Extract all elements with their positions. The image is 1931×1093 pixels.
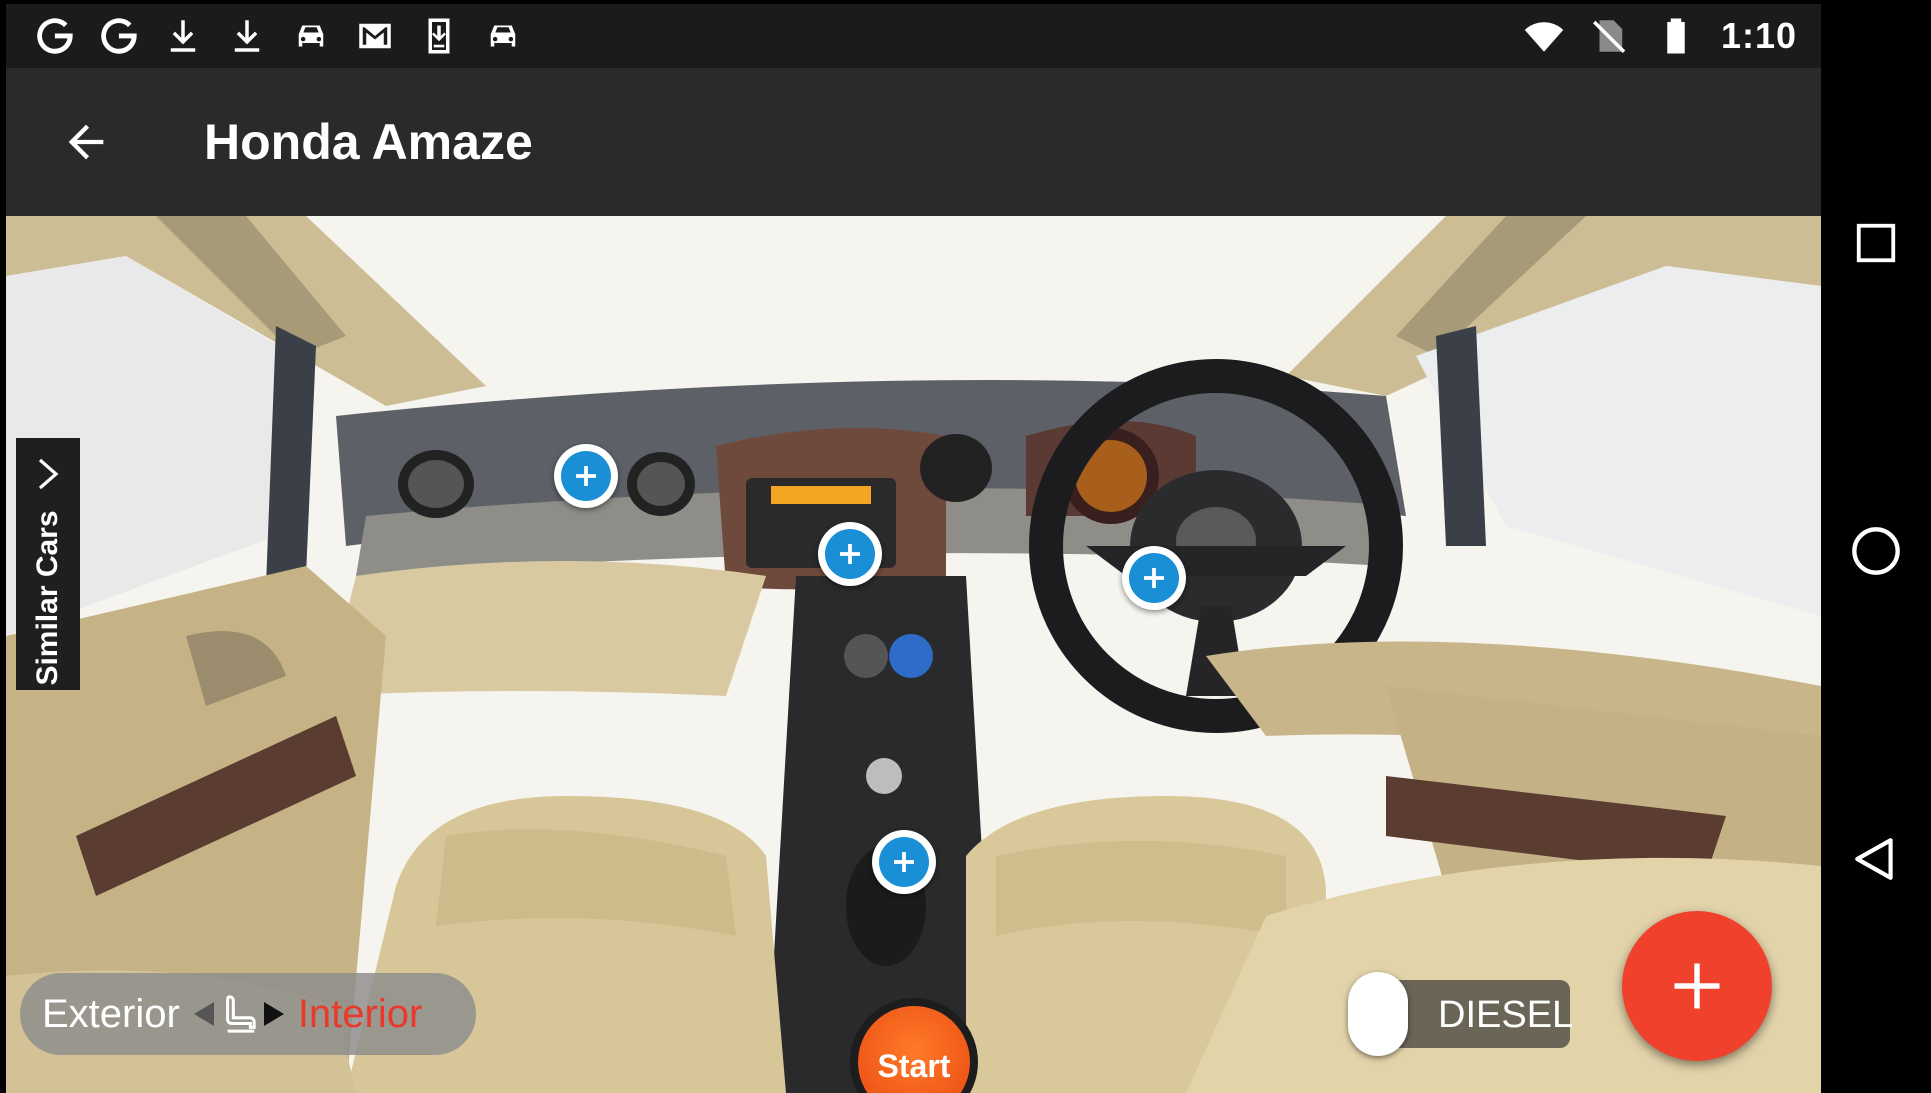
- switch-knob[interactable]: [1348, 972, 1408, 1056]
- fuel-type-label: DIESEL: [1438, 994, 1574, 1036]
- back-triangle-icon: [1855, 838, 1893, 880]
- fuel-type-switch[interactable]: DIESEL: [1348, 972, 1574, 1056]
- car-seat-icon: [225, 995, 256, 1033]
- interior-option[interactable]: Interior: [298, 992, 423, 1037]
- hotspot-gear-shifter[interactable]: [872, 830, 936, 894]
- download-icon: [226, 15, 268, 57]
- toggle-arrows: [192, 993, 286, 1035]
- plus-circle-icon: [561, 451, 611, 501]
- exterior-option[interactable]: Exterior: [42, 992, 180, 1037]
- status-bar: 1:10: [6, 4, 1821, 68]
- car-icon: [482, 15, 524, 57]
- hotspot-steering-wheel[interactable]: [1122, 546, 1186, 610]
- status-clock: 1:10: [1720, 15, 1797, 56]
- home-circle-icon: [1852, 527, 1900, 575]
- google-icon: [34, 15, 76, 57]
- notification-icons: [6, 15, 524, 57]
- page-title: Honda Amaze: [204, 114, 533, 170]
- navigation-bar: [1821, 0, 1931, 1093]
- plus-circle-icon: [825, 529, 875, 579]
- arrow-left-icon: [193, 1002, 214, 1026]
- add-fab-button[interactable]: [1622, 911, 1772, 1061]
- battery-icon: [1655, 15, 1697, 57]
- back-nav-button[interactable]: [1841, 824, 1911, 894]
- app-bar: Honda Amaze: [6, 68, 1821, 216]
- hotspot-dashboard-vents[interactable]: [554, 444, 618, 508]
- car-interior-viewer[interactable]: [6, 216, 1821, 1093]
- arrow-right-icon: [263, 1002, 284, 1026]
- android-screen: 1:10 Honda Amaze Similar Cars Exterior I…: [0, 0, 1931, 1093]
- similar-cars-tab[interactable]: Similar Cars: [16, 438, 80, 690]
- car-icon: [290, 15, 332, 57]
- similar-cars-label: Similar Cars: [31, 510, 64, 686]
- chevron-right-icon: [38, 458, 59, 490]
- start-label: Start: [877, 1048, 951, 1084]
- wifi-icon: [1523, 15, 1565, 57]
- google-icon: [98, 15, 140, 57]
- plus-circle-icon: [879, 837, 929, 887]
- car-interior-image: [6, 216, 1821, 1093]
- download-box-icon: [418, 15, 460, 57]
- no-sim-icon: [1589, 15, 1631, 57]
- exterior-interior-toggle[interactable]: Exterior Interior: [20, 973, 476, 1055]
- plus-icon: [1674, 963, 1720, 1009]
- recents-button[interactable]: [1841, 208, 1911, 278]
- download-icon: [162, 15, 204, 57]
- gmail-icon: [354, 15, 396, 57]
- arrow-back-icon: [68, 124, 104, 160]
- recents-square-icon: [1856, 223, 1896, 263]
- plus-circle-icon: [1129, 553, 1179, 603]
- home-button[interactable]: [1841, 516, 1911, 586]
- back-button[interactable]: [46, 102, 126, 182]
- system-indicators: 1:10: [1523, 15, 1821, 57]
- hotspot-music-system[interactable]: [818, 522, 882, 586]
